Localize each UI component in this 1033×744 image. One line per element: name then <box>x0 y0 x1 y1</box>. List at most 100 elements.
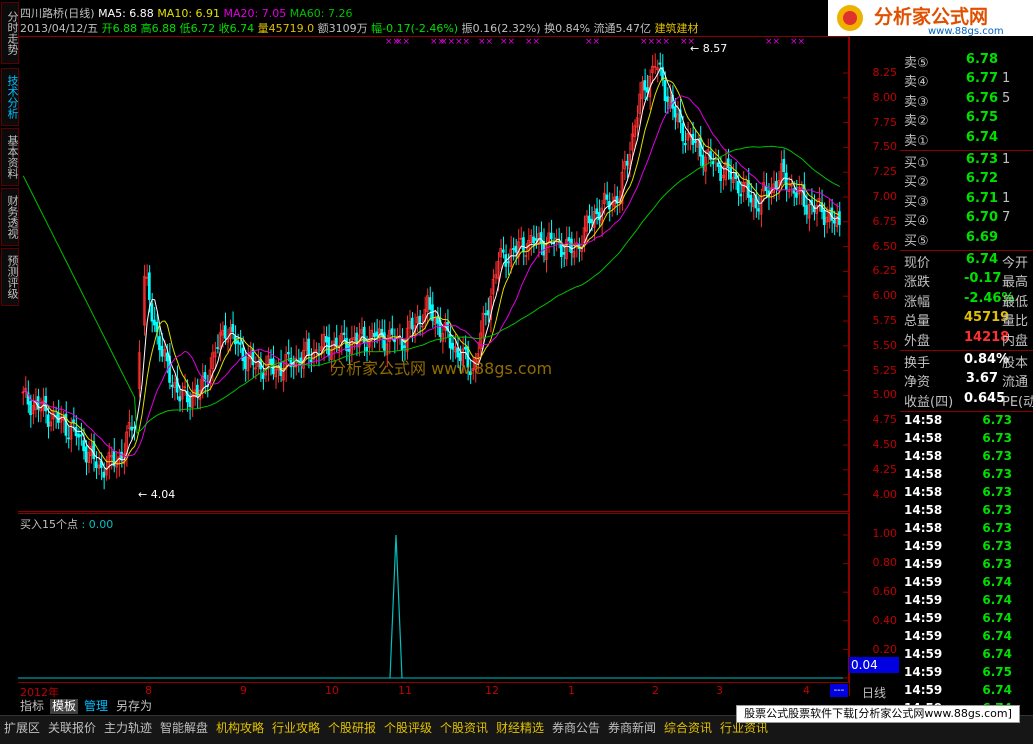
menu-item[interactable]: 主力轨迹 <box>104 719 152 736</box>
menu-item[interactable]: 个股评级 <box>384 719 432 736</box>
menu-item[interactable]: 关联报价 <box>48 719 96 736</box>
tick-time: 14:59 <box>904 575 943 590</box>
candle <box>754 182 758 218</box>
candle <box>322 325 326 362</box>
price-tick-label: 8.25 <box>872 66 898 79</box>
menu-item[interactable]: 个股资讯 <box>440 719 488 736</box>
candle <box>759 188 763 228</box>
quote-label: 现价 <box>904 256 931 271</box>
quote-value: 6.69 <box>965 229 998 245</box>
candle <box>539 221 543 255</box>
tick-row: 14:58 6.73 <box>902 503 1033 521</box>
tick-price: 6.73 <box>982 413 1012 428</box>
candle <box>145 264 149 286</box>
signal-marker: ×× <box>765 37 780 47</box>
tick-price: 6.74 <box>982 647 1012 662</box>
quote-value: 6.76 <box>965 90 998 106</box>
candle <box>208 356 212 391</box>
quote-extra: 1 <box>1002 190 1011 206</box>
menu-item[interactable]: 综合资讯 <box>664 719 712 736</box>
candle <box>517 228 520 266</box>
sector-label[interactable]: 建筑建材 <box>655 22 699 35</box>
template-button[interactable]: 模板 <box>50 699 79 714</box>
price-tick-label: 5.25 <box>872 363 898 377</box>
candlestick-chart[interactable]: ×××× ×××× ×× ×× ×× ×× ×× ×× ×× ×× ×× ××← 8.57← 4.04 <box>18 36 849 512</box>
ma60-label: MA60: 7.26 <box>289 7 353 20</box>
tick-time: 14:58 <box>904 503 943 518</box>
menu-item[interactable]: 智能解盘 <box>160 719 208 736</box>
date-label: 2013/04/12/五 <box>20 22 99 35</box>
menu-item[interactable]: 个股研报 <box>328 719 376 736</box>
indicator-tick-label: 0.60 <box>872 585 898 598</box>
scroll-end-button[interactable]: --- <box>830 684 848 697</box>
tab-intraday[interactable]: 分时走势 <box>1 2 19 64</box>
save-as-button[interactable]: 另存为 <box>114 699 154 714</box>
tick-price: 6.73 <box>982 467 1012 482</box>
candle <box>426 288 429 325</box>
menu-item[interactable]: 券商新闻 <box>608 719 656 736</box>
tick-row: 14:58 6.73 <box>902 467 1033 485</box>
tab-fundamentals[interactable]: 基本资料 <box>1 128 19 186</box>
quote-label: 卖③ <box>904 94 929 110</box>
date-tick-label: 2 <box>652 684 659 697</box>
tick-price: 6.74 <box>982 593 1012 608</box>
stat-row: 收益(四) 0.645 PE(动 <box>902 391 1033 410</box>
candle <box>747 168 750 207</box>
tick-price: 6.73 <box>982 557 1012 572</box>
candle <box>676 100 679 129</box>
candle <box>372 322 376 348</box>
ad-banner[interactable]: 股票公式股票软件下载[分析家公式网www.88gs.com] <box>736 705 1020 723</box>
tick-price: 6.75 <box>982 665 1012 680</box>
candle <box>489 288 492 333</box>
tab-forecast[interactable]: 预测评级 <box>1 248 19 306</box>
candle <box>193 377 197 406</box>
candle <box>393 328 396 354</box>
candle <box>595 197 599 225</box>
order-book-row: 卖④ 6.77 1 <box>902 71 1033 90</box>
date-tick-label: 4 <box>803 684 810 697</box>
candle <box>110 446 113 470</box>
quote-extra: 股本 <box>1002 356 1029 371</box>
candle <box>127 409 131 438</box>
tick-row: 14:59 6.74 <box>902 593 1033 611</box>
candle <box>653 53 657 75</box>
change-label: 幅-0.17(-2.46%) <box>371 22 459 35</box>
menu-item[interactable]: 机构攻略 <box>216 719 264 736</box>
quote-extra: 1 <box>1002 152 1011 167</box>
tick-time: 14:58 <box>904 467 943 482</box>
quote-value: 6.75 <box>965 110 998 126</box>
signal-marker: ×× <box>478 37 493 47</box>
menu-item[interactable]: 券商公告 <box>552 719 600 736</box>
tab-technical[interactable]: 技术分析 <box>1 68 19 126</box>
tick-price: 6.73 <box>982 449 1012 464</box>
candle <box>292 355 295 380</box>
signal-marker: ×× <box>500 37 515 47</box>
quote-value: 6.78 <box>965 52 998 67</box>
indicator-button[interactable]: 指标 <box>18 699 46 714</box>
candle <box>302 338 305 378</box>
menu-item[interactable]: 扩展区 <box>4 719 40 736</box>
candle <box>304 330 308 360</box>
indicator-chart[interactable] <box>18 513 849 683</box>
candle <box>527 228 530 261</box>
candle <box>519 226 523 249</box>
candle <box>752 192 755 220</box>
candle <box>438 307 442 343</box>
tab-financials[interactable]: 财务透视 <box>1 188 19 246</box>
candle <box>817 187 821 212</box>
signal-marker: ×× <box>455 37 470 47</box>
manage-button[interactable]: 管理 <box>82 699 110 714</box>
separator <box>900 250 1033 251</box>
candle <box>734 161 738 190</box>
stat-row: 总量 45719 量比 <box>902 310 1033 329</box>
candle <box>610 192 614 217</box>
candle <box>405 315 409 360</box>
candle <box>790 174 793 197</box>
candle <box>511 237 515 261</box>
separator <box>900 411 1033 413</box>
candle <box>696 134 700 161</box>
menu-item[interactable]: 财经精选 <box>496 719 544 736</box>
menu-item[interactable]: 行业攻略 <box>272 719 320 736</box>
ma20-label: MA20: 7.05 <box>223 7 287 20</box>
stat-row: 净资 3.67 流通 <box>902 371 1033 390</box>
